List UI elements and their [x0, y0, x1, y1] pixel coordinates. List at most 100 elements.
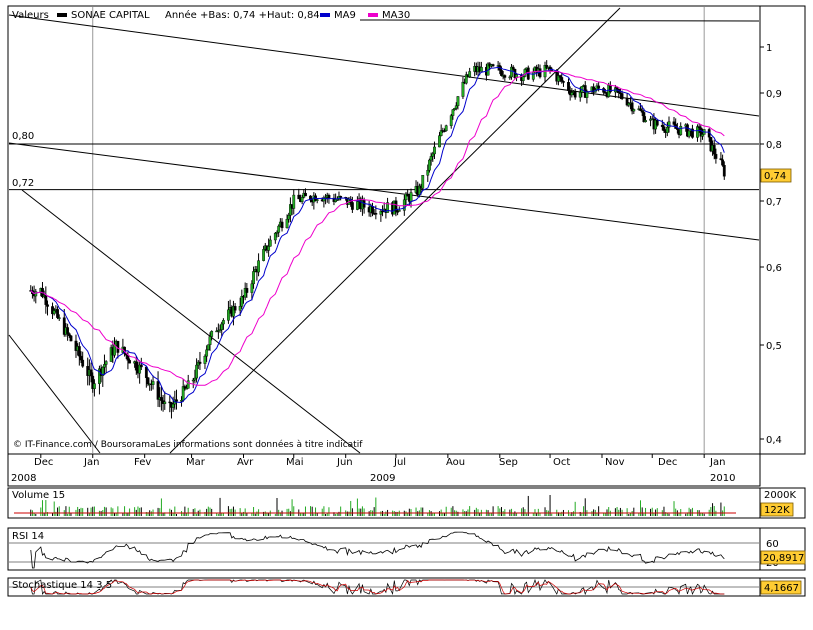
rsi-badge-value: 20,8917 — [763, 553, 804, 564]
month-oct-2009: Oct — [553, 457, 570, 468]
candle-body — [721, 159, 724, 166]
candle-body — [662, 126, 666, 131]
month-dec-2008: Dec — [34, 457, 53, 468]
candle-body — [221, 320, 225, 325]
candle-body — [454, 105, 458, 109]
stoch-title: Stochastique 14 3 5 — [12, 580, 112, 591]
candle-body — [240, 296, 244, 307]
rsi-panel — [7, 527, 761, 571]
level-label-072: 0,72 — [12, 178, 34, 189]
candle-body — [52, 310, 56, 315]
candle-body — [406, 193, 410, 197]
rsi-title: RSI 14 — [12, 531, 44, 542]
candle-body — [438, 135, 441, 148]
series-swatch-ma9 — [320, 13, 330, 17]
credit-text: © IT-Finance.com / BoursoramaLes informa… — [13, 439, 363, 450]
candle-body — [449, 115, 453, 126]
candle-body — [560, 77, 564, 82]
candle-body — [660, 125, 664, 127]
candle-body — [461, 81, 465, 97]
candle-body — [268, 239, 272, 247]
candle-body — [193, 377, 197, 381]
candle-body — [113, 345, 116, 356]
candle-body — [503, 75, 507, 78]
candle-body — [267, 246, 271, 251]
candle-body — [287, 215, 291, 220]
candle-body — [156, 381, 160, 400]
candle-body — [567, 82, 570, 91]
candle-body — [665, 126, 669, 133]
candle-body — [615, 87, 619, 90]
candle-body — [300, 197, 304, 202]
month-mar-2009: Mar — [186, 457, 206, 468]
candle-body — [146, 377, 150, 385]
candle-body — [558, 75, 562, 78]
candle-body — [521, 76, 525, 81]
candle-body — [81, 359, 85, 367]
candle-body — [198, 361, 202, 364]
candle-body — [712, 145, 716, 155]
volume-badge-value: 122K — [764, 505, 790, 516]
candle-body — [356, 201, 359, 210]
price-tick-08: 0,8 — [766, 140, 782, 151]
candle-body — [250, 283, 254, 293]
candle-body — [210, 331, 214, 337]
candle-body — [453, 108, 456, 110]
candle-body — [139, 364, 143, 368]
candle-body — [451, 109, 455, 116]
candle-body — [714, 153, 718, 159]
candle-body — [252, 271, 255, 285]
candle-body — [696, 126, 699, 138]
candle-body — [444, 125, 448, 131]
candle-body — [195, 364, 198, 379]
candle-body — [175, 399, 178, 402]
year-2008: 2008 — [11, 473, 36, 484]
candle-body — [620, 93, 624, 99]
candle-body — [171, 403, 175, 408]
month-jan-2009: Jan — [83, 457, 99, 468]
candle-body — [456, 96, 460, 106]
month-feb-2009: Fev — [134, 457, 151, 468]
candle-body — [374, 212, 378, 215]
candle-body — [34, 291, 38, 297]
candle-body — [350, 202, 354, 210]
candle-body — [208, 336, 212, 345]
candle-body — [562, 81, 565, 83]
candle-body — [46, 304, 49, 307]
candle-body — [128, 360, 131, 364]
candle-body — [578, 92, 582, 98]
price-tick-1: 1 — [766, 43, 772, 54]
candle-body — [679, 125, 683, 135]
candle-body — [233, 306, 237, 311]
month-jan-2010: Jan — [709, 457, 725, 468]
candle-body — [397, 210, 401, 212]
month-jun-2009: Jun — [336, 457, 353, 468]
candle-body — [640, 110, 644, 113]
price-tick-04: 0,4 — [766, 435, 782, 446]
candle-body — [491, 64, 495, 67]
header-valeurs: Valeurs — [12, 10, 49, 21]
chart-window: Valeurs SONAE CAPITAL Année +Bas: 0,74 +… — [0, 0, 813, 630]
candle-body — [426, 170, 430, 176]
candle-body — [479, 67, 483, 72]
legend-ma9: MA9 — [334, 10, 356, 21]
candle-body — [402, 199, 406, 211]
candle-body — [597, 85, 601, 89]
candle-body — [56, 309, 59, 318]
stoch-badge-value: 4,1667 — [764, 583, 799, 594]
candle-body — [57, 317, 61, 319]
volume-title: Volume 15 — [12, 490, 65, 501]
month-nov-2009: Nov — [605, 457, 625, 468]
candle-body — [44, 294, 48, 305]
price-tick-07: 0,7 — [766, 197, 782, 208]
stock-chart: Valeurs SONAE CAPITAL Année +Bas: 0,74 +… — [7, 5, 806, 597]
level-label-080: 0,80 — [12, 131, 34, 142]
candle-body — [245, 287, 249, 293]
candle-body — [69, 335, 73, 342]
legend-ma30: MA30 — [382, 10, 410, 21]
candle-body — [89, 369, 93, 377]
candle-body — [431, 153, 435, 157]
candle-body — [570, 92, 574, 96]
series-swatch-ma30 — [368, 13, 378, 17]
candle-body — [409, 192, 413, 202]
